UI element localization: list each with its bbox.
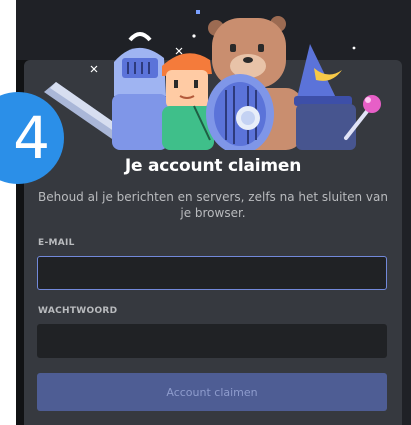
hero-illustration [16,0,411,150]
redhead-icon [162,53,214,150]
wizard-hat-icon [294,44,352,106]
email-label: E-MAIL [38,238,75,248]
pixel-star-icon [196,10,200,14]
password-label: WACHTWOORD [38,306,118,316]
claim-account-button[interactable]: Account claimen [37,373,387,411]
dialog-title: Je account claimen [124,156,302,176]
knight-icon [112,32,168,150]
screen: 4 Je account claimen Behoud al je berich… [0,0,411,425]
wizard-desk [296,104,356,150]
dialog-subtitle: Behoud al je berichten en servers, zelfs… [38,190,388,220]
password-field[interactable] [37,324,387,358]
email-field[interactable] [37,256,387,290]
